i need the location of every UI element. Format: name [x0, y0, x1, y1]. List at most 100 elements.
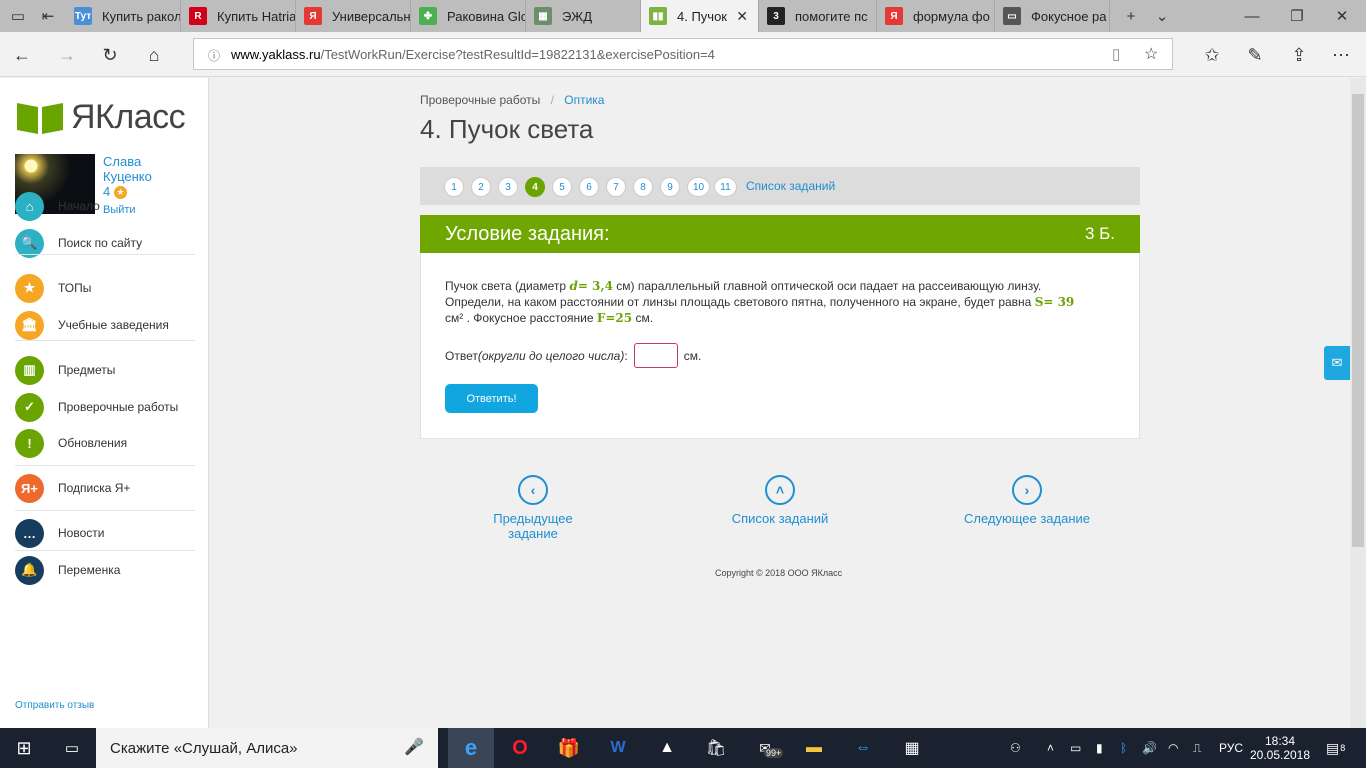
task-view-icon[interactable]: ▭ — [48, 728, 96, 768]
address-bar[interactable]: ⓘ www.yaklass.ru/TestWorkRun/Exercise?te… — [193, 38, 1173, 70]
page-number-6[interactable]: 6 — [579, 177, 599, 197]
url-text[interactable]: www.yaklass.ru/TestWorkRun/Exercise?test… — [231, 47, 715, 62]
share-icon[interactable]: ⇪ — [1284, 40, 1314, 70]
scrollbar-thumb[interactable] — [1352, 94, 1364, 547]
forward-button[interactable]: → — [52, 40, 82, 70]
maximize-button[interactable]: ❐ — [1283, 0, 1311, 32]
next-task-link[interactable]: › Следующее задание — [962, 475, 1092, 526]
network-icon[interactable]: ⎍ — [1193, 728, 1201, 768]
prev-task-link[interactable]: ‹ Предыдущее задание — [468, 475, 598, 541]
volume-icon[interactable]: 🔊 — [1142, 728, 1157, 768]
chevron-up-icon[interactable]: ˄ — [765, 475, 795, 505]
sidebar-item-1[interactable]: ⌂ Начало — [15, 191, 100, 221]
back-button[interactable]: ← — [7, 40, 37, 70]
breadcrumb-tests[interactable]: Проверочные работы — [420, 93, 540, 107]
scrollbar[interactable] — [1350, 78, 1366, 728]
page-number-3[interactable]: 3 — [498, 177, 518, 197]
page-number-10[interactable]: 10 — [687, 177, 710, 197]
edge-icon[interactable]: e — [448, 728, 494, 768]
site-logo[interactable]: ЯКласс — [15, 98, 186, 137]
page-number-7[interactable]: 7 — [606, 177, 626, 197]
tab-9[interactable]: ▭ Фокусное ра — [995, 0, 1110, 32]
tab-7[interactable]: 3 помогите пс — [759, 0, 877, 32]
teamviewer-icon[interactable]: ⇔ — [840, 728, 886, 768]
more-menu-icon[interactable]: ⋯ — [1326, 40, 1356, 70]
bluetooth-icon[interactable]: ᛒ — [1120, 728, 1127, 768]
microphone-icon[interactable]: 🎤 — [404, 737, 424, 757]
favorites-hub-icon[interactable]: ✩ — [1197, 40, 1227, 70]
tab-favicon-icon: ✤ — [419, 7, 437, 25]
sidebar-item-4[interactable]: 🏛 Учебные заведения — [15, 310, 169, 340]
people-icon[interactable]: ⚇ — [1010, 728, 1021, 768]
windows-start-icon[interactable]: ⊞ — [0, 728, 48, 768]
book-logo-icon — [17, 102, 63, 134]
page-number-9[interactable]: 9 — [660, 177, 680, 197]
next-task-label[interactable]: Следующее задание — [964, 511, 1090, 526]
language-indicator[interactable]: РУС — [1219, 728, 1243, 768]
back-tabs-icon[interactable]: ⇤ — [34, 0, 62, 32]
home-button[interactable]: ⌂ — [139, 40, 169, 70]
reading-view-icon[interactable]: ▯ — [1112, 45, 1120, 63]
tab-6[interactable]: ▮▮ 4. Пучок ✕ — [641, 0, 759, 32]
tab-8[interactable]: Яформула фо — [877, 0, 995, 32]
file-explorer-icon[interactable]: ▬ — [791, 728, 837, 768]
page-number-4[interactable]: 4 — [525, 177, 545, 197]
clock[interactable]: 18:34 20.05.2018 — [1250, 728, 1310, 768]
info-icon[interactable]: ⓘ — [208, 47, 220, 64]
minimize-button[interactable]: — — [1238, 0, 1266, 32]
sidebar-item-10[interactable]: 🔔 Переменка — [15, 555, 120, 585]
tab-1[interactable]: Тут Купить ракол — [66, 0, 181, 32]
word-icon[interactable]: W — [595, 728, 641, 768]
new-tab-button[interactable]: + — [1117, 0, 1145, 32]
tray-chevron-up-icon[interactable]: ˄ — [1047, 728, 1054, 768]
gift-icon[interactable]: 🎁 — [546, 728, 592, 768]
page-number-2[interactable]: 2 — [471, 177, 491, 197]
task-list-link[interactable]: Список заданий — [746, 179, 835, 193]
tab-3[interactable]: Я Универсальн — [296, 0, 411, 32]
close-tab-icon[interactable]: ✕ — [736, 8, 748, 25]
task-list-label[interactable]: Список заданий — [732, 511, 829, 526]
calculator-icon[interactable]: ▦ — [889, 728, 935, 768]
sidebar-item-8[interactable]: Я+ Подписка Я+ — [15, 473, 130, 503]
page-number-8[interactable]: 8 — [633, 177, 653, 197]
keyboard-icon[interactable]: ▭ — [1070, 728, 1081, 768]
prev-task-label[interactable]: Предыдущее задание — [493, 511, 573, 541]
page-number-1[interactable]: 1 — [444, 177, 464, 197]
tab-5[interactable]: ▦ ЭЖД — [526, 0, 641, 32]
mail-icon[interactable]: ✉ — [1324, 346, 1350, 380]
task-list-nav-link[interactable]: ˄ Список заданий — [715, 475, 845, 526]
tab-thumbnails-icon[interactable]: ▭ — [4, 0, 32, 32]
sidebar-item-3[interactable]: ★ ТОПы — [15, 273, 91, 303]
opera-icon[interactable]: O — [497, 728, 543, 768]
submit-button[interactable]: Ответить! — [445, 384, 538, 413]
user-last-name[interactable]: Куценко — [103, 169, 152, 184]
chat-icon: … — [15, 518, 44, 548]
store-icon[interactable]: 🛍 — [693, 728, 739, 768]
web-note-icon[interactable]: ✎ — [1240, 40, 1270, 70]
answer-input[interactable] — [633, 343, 678, 368]
close-window-button[interactable]: ✕ — [1328, 0, 1356, 32]
page-number-11[interactable]: 11 — [714, 177, 737, 197]
sidebar-item-5[interactable]: ▥ Предметы — [15, 355, 115, 385]
tab-4[interactable]: ✤ Раковина Glo — [411, 0, 526, 32]
page-number-5[interactable]: 5 — [552, 177, 572, 197]
favorite-star-icon[interactable]: ☆ — [1144, 44, 1158, 64]
feedback-link[interactable]: Отправить отзыв — [15, 700, 94, 711]
chevron-left-icon[interactable]: ‹ — [518, 475, 548, 505]
sidebar-item-7[interactable]: ! Обновления — [15, 428, 127, 458]
logout-link[interactable]: Выйти — [103, 203, 152, 218]
mail-app-icon[interactable]: ✉ 99+ — [742, 728, 788, 768]
wifi-icon[interactable]: ◠ — [1168, 728, 1178, 768]
photos-icon[interactable]: ▲ — [644, 728, 690, 768]
tab-list-button[interactable]: ⌄ — [1148, 0, 1176, 32]
user-first-name[interactable]: Слава — [103, 154, 152, 169]
sidebar-item-9[interactable]: … Новости — [15, 518, 104, 548]
breadcrumb-optics[interactable]: Оптика — [564, 93, 604, 107]
notifications-icon[interactable]: ▤ 8 — [1326, 728, 1345, 768]
tab-2[interactable]: R Купить Hatria — [181, 0, 296, 32]
refresh-button[interactable]: ↻ — [95, 40, 125, 70]
search-box[interactable]: Скажите «Слушай, Алиса» 🎤 — [96, 728, 438, 768]
battery-icon[interactable]: ▮ — [1096, 728, 1103, 768]
sidebar-item-6[interactable]: ✓ Проверочные работы — [15, 392, 178, 422]
chevron-right-icon[interactable]: › — [1012, 475, 1042, 505]
